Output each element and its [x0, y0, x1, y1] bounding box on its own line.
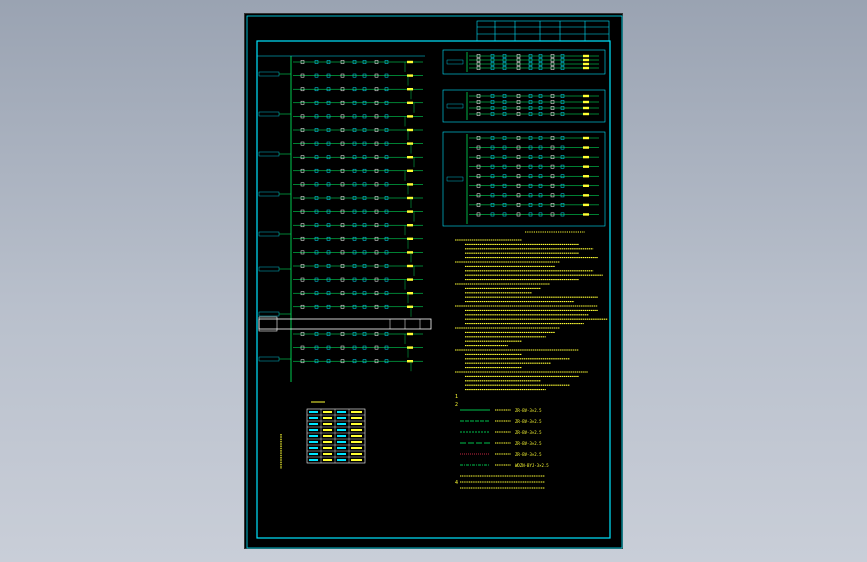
circuit-label-mark	[407, 264, 413, 268]
section-label-box	[446, 103, 464, 109]
feeder-label-box	[258, 231, 280, 237]
legend-code: ZR-BV-3×2.5	[515, 430, 542, 435]
circuit-label-mark	[583, 66, 589, 70]
design-notes	[455, 231, 608, 489]
feeder-label-box	[258, 151, 280, 157]
table-cell-mark	[323, 441, 332, 443]
circuit-label-mark	[583, 184, 589, 187]
load-table	[280, 401, 366, 469]
table-cell-mark	[351, 447, 362, 449]
circuit-label-mark	[583, 194, 589, 197]
circuit-label-mark	[407, 210, 413, 213]
legend-code: ZR-BV-3×2.5	[515, 452, 542, 457]
feeder-label-box	[258, 356, 280, 362]
table-cell-mark	[351, 441, 362, 443]
feeder-label-box	[258, 191, 280, 197]
circuit-label-mark	[407, 305, 413, 308]
legend-code: ZR-BV-3×2.5	[515, 419, 542, 424]
circuit-label-mark	[407, 156, 413, 159]
table-cell-mark	[309, 411, 318, 413]
circuit-label-mark	[407, 101, 413, 104]
circuit-label-mark	[583, 213, 589, 216]
table-cell-mark	[309, 435, 318, 437]
circuit-label-mark	[407, 60, 413, 64]
circuit-label-mark	[407, 332, 413, 336]
table-cell-mark	[309, 453, 318, 455]
circuit-label-mark	[583, 146, 589, 149]
section-label-box	[446, 176, 464, 182]
title-block	[476, 20, 610, 42]
electrical-schematic: 1 2 4 ZR-BV-3×2.5 ZR-BV-3×2.5 ZR-BV-3×2.…	[246, 15, 623, 549]
table-cell-mark	[309, 459, 318, 461]
inner-frame	[256, 40, 611, 539]
note-item-4: 4	[455, 480, 458, 486]
table-cell-mark	[351, 453, 362, 455]
table-cell-mark	[337, 429, 346, 431]
feeder-label-box	[258, 71, 280, 77]
table-cell-mark	[337, 423, 346, 425]
circuit-label-mark	[407, 196, 413, 200]
circuit-label-mark	[407, 360, 413, 363]
table-cell-mark	[323, 417, 332, 419]
note-item-1: 1	[455, 394, 458, 400]
circuit-label-mark	[407, 115, 413, 118]
circuit-label-mark	[583, 100, 589, 104]
circuit-label-mark	[583, 54, 589, 58]
right-distribution-panel	[442, 49, 606, 227]
table-cell-mark	[309, 447, 318, 449]
circuit-label-mark	[583, 94, 589, 98]
circuit-label-mark	[407, 88, 413, 91]
circuit-label-mark	[583, 112, 589, 116]
table-cell-mark	[337, 435, 346, 437]
circuit-label-mark	[583, 58, 589, 62]
table-cell-mark	[323, 447, 332, 449]
table-cell-mark	[351, 417, 362, 419]
circuit-label-mark	[583, 62, 589, 66]
circuit-label-mark	[583, 155, 589, 159]
drawing-sheet: 1 2 4 ZR-BV-3×2.5 ZR-BV-3×2.5 ZR-BV-3×2.…	[244, 13, 623, 549]
table-cell-mark	[337, 411, 346, 413]
table-cell-mark	[323, 411, 332, 413]
circuit-label-mark	[583, 203, 589, 207]
circuit-label-mark	[583, 165, 589, 168]
table-cell-mark	[323, 423, 332, 425]
table-cell-mark	[323, 429, 332, 431]
table-cell-mark	[309, 423, 318, 425]
table-cell-mark	[351, 459, 362, 461]
table-cell-mark	[337, 447, 346, 449]
circuit-label-mark	[407, 142, 413, 145]
table-cell-mark	[309, 441, 318, 443]
table-cell-mark	[351, 429, 362, 431]
table-cell-mark	[309, 429, 318, 431]
table-cell-mark	[337, 459, 346, 461]
legend-code: ZR-BV-3×2.5	[515, 408, 542, 413]
circuit-label-mark	[407, 169, 413, 172]
feeder-label-box	[258, 266, 280, 272]
legend-code: ZR-BV-3×2.5	[515, 441, 542, 446]
section-label-box	[446, 59, 464, 65]
circuit-label-mark	[583, 106, 589, 110]
cable-legend: ZR-BV-3×2.5 ZR-BV-3×2.5 ZR-BV-3×2.5 ZR-B…	[515, 408, 549, 468]
feeder-label-box	[258, 311, 280, 317]
legend-code: WDZN-BYJ-3×2.5	[515, 463, 549, 468]
table-cell-mark	[323, 435, 332, 437]
table-cell-mark	[337, 441, 346, 443]
table-cell-mark	[337, 417, 346, 419]
table-cell-mark	[323, 459, 332, 461]
table-cell-mark	[323, 453, 332, 455]
table-cell-mark	[351, 423, 362, 425]
note-item-2: 2	[455, 402, 458, 408]
table-cell-mark	[337, 453, 346, 455]
table-cell-mark	[351, 435, 362, 437]
feeder-label-box	[258, 111, 280, 117]
table-cell-mark	[309, 417, 318, 419]
circuit-label-mark	[583, 136, 589, 140]
circuit-label-mark	[407, 251, 413, 254]
circuit-label-mark	[407, 278, 413, 281]
circuit-label-mark	[583, 175, 589, 178]
left-distribution-panel	[257, 55, 432, 382]
table-cell-mark	[351, 411, 362, 413]
circuit-label-mark	[407, 224, 413, 227]
